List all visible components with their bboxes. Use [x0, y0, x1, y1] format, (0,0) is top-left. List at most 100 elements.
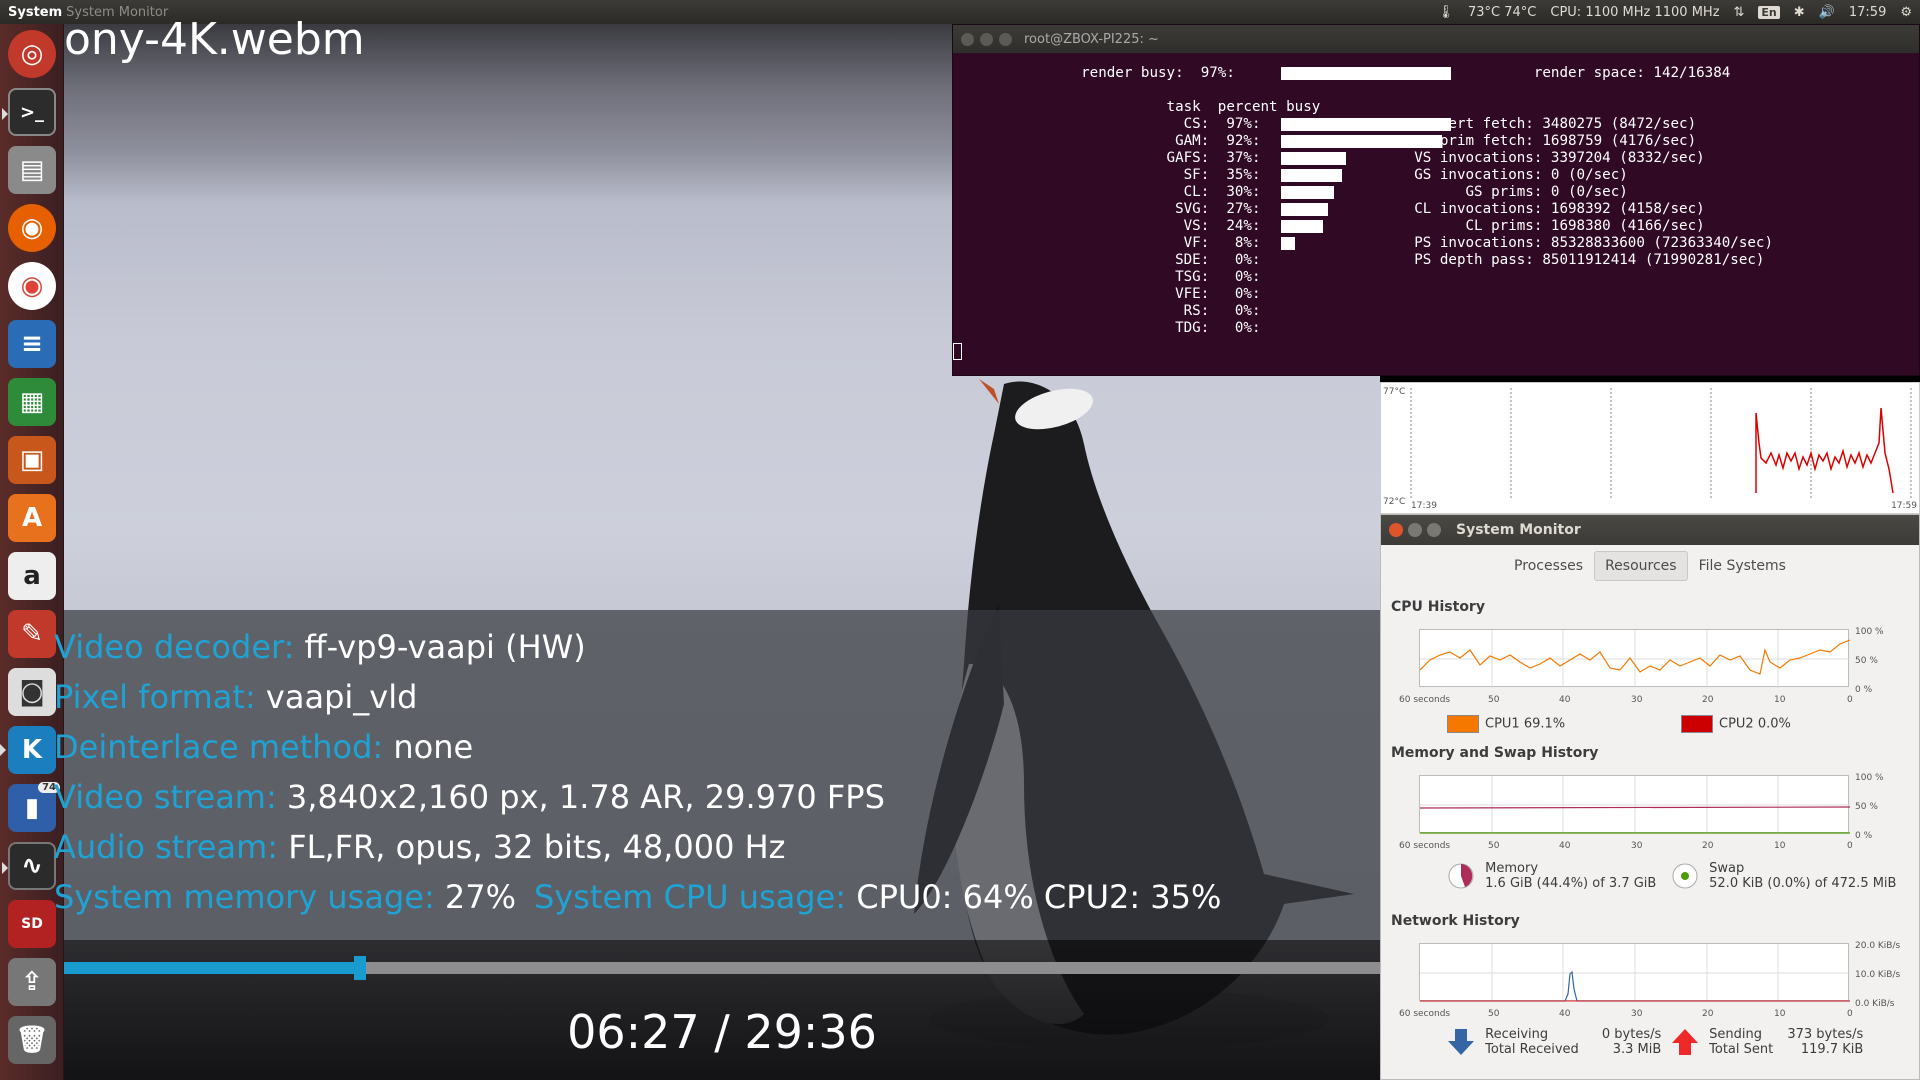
terminal-titlebar[interactable]: root@ZBOX-PI225: ~	[953, 25, 1919, 53]
tab-resources[interactable]: Resources	[1594, 551, 1688, 581]
mem-x-tick: 40	[1559, 841, 1571, 851]
temp-graph-plot	[1410, 388, 1912, 498]
usb-drive-icon[interactable]: ⇪	[8, 958, 56, 1006]
memory-history-heading: Memory and Swap History	[1391, 745, 1599, 761]
net-x-tick: 0	[1847, 1009, 1853, 1019]
swap-value: 52.0 KiB (0.0%) of 472.5 MiB	[1709, 876, 1897, 891]
settings-icon[interactable]: ✎	[8, 610, 56, 658]
swap-legend[interactable]: Swap 52.0 KiB (0.0%) of 472.5 MiB	[1671, 861, 1896, 891]
cpu-frequency-indicator[interactable]: CPU: 1100 MHz 1100 MHz	[1550, 5, 1719, 20]
calc-icon[interactable]: ▦	[8, 378, 56, 426]
busy-bar	[1281, 135, 1442, 148]
terminal-output[interactable]: render busy: 97%: render space: 142/1638…	[953, 65, 1773, 337]
temperature-graph: 77°C 72°C 17:39 17:59	[1380, 382, 1920, 514]
memory-history-plot	[1419, 776, 1851, 834]
busy-bar	[1281, 152, 1346, 165]
temperature-indicator[interactable]: 73°C 74°C	[1468, 5, 1536, 20]
deinterlace-row: Deinterlace method: none	[54, 728, 473, 766]
trash-icon[interactable]: 🗑	[8, 1016, 56, 1064]
volume-icon[interactable]: 🔊	[1819, 5, 1835, 20]
camera-icon[interactable]: ◙	[8, 668, 56, 716]
memory-legend[interactable]: Memory 1.6 GiB (44.4%) of 3.7 GiB	[1447, 861, 1656, 891]
keyboard-layout-indicator[interactable]: En	[1758, 5, 1780, 19]
busy-bar	[1281, 186, 1334, 199]
impress-icon[interactable]: ▣	[8, 436, 56, 484]
ubuntu-dash-icon[interactable]: ◎	[8, 30, 56, 78]
mem-y-tick: 100 %	[1855, 773, 1884, 783]
gear-icon[interactable]: ⚙	[1900, 5, 1912, 20]
mem-x-tick: 60 seconds	[1399, 841, 1451, 851]
cpu-x-tick: 0	[1847, 695, 1853, 705]
close-icon[interactable]	[1389, 523, 1403, 537]
app-name[interactable]: System	[8, 5, 62, 20]
cpu-y-tick: 50 %	[1855, 656, 1878, 666]
down-arrow-icon[interactable]	[1447, 1027, 1475, 1057]
audio-stream-label: Audio stream:	[54, 828, 279, 866]
amazon-icon[interactable]: a	[8, 552, 56, 600]
cpu-x-tick: 60 seconds	[1399, 695, 1451, 705]
close-icon[interactable]	[961, 32, 974, 46]
render-busy-bar	[1281, 67, 1451, 80]
terminal-cursor	[953, 343, 962, 360]
cpu2-color-swatch[interactable]	[1681, 715, 1713, 733]
net-y-tick: 0.0 KiB/s	[1855, 999, 1895, 1009]
receiving-legend[interactable]: Receiving Total Received 0 bytes/s 3.3 MiB	[1447, 1027, 1661, 1057]
pixel-format-value: vaapi_vld	[265, 678, 418, 716]
bluetooth-icon[interactable]: ✱	[1794, 5, 1805, 20]
sysmon-titlebar[interactable]: System Monitor	[1381, 515, 1919, 545]
thermometer-icon[interactable]: 🌡	[1437, 5, 1454, 20]
mem-y-tick: 50 %	[1855, 802, 1878, 812]
total-received: 3.3 MiB	[1612, 1042, 1662, 1057]
tab-processes[interactable]: Processes	[1503, 551, 1594, 581]
cpu-usage-value: CPU0: 64% CPU2: 35%	[856, 878, 1222, 916]
seek-bar[interactable]	[64, 956, 1380, 980]
tab-file-systems[interactable]: File Systems	[1688, 551, 1797, 581]
swap-pie-icon[interactable]	[1671, 862, 1699, 890]
net-x-tick: 20	[1702, 1009, 1714, 1019]
files-icon[interactable]: ▤	[8, 146, 56, 194]
system-monitor-icon[interactable]: ∿	[2, 842, 56, 890]
minimize-icon[interactable]	[1408, 523, 1422, 537]
decoder-value: ff-vp9-vaapi (HW)	[304, 628, 586, 666]
net-x-tick: 40	[1559, 1009, 1571, 1019]
memory-pie-icon[interactable]	[1447, 862, 1475, 890]
net-x-tick: 10	[1774, 1009, 1786, 1019]
network-arrows-icon[interactable]: ⇅	[1734, 5, 1745, 20]
memory-usage-row: System memory usage: 27%	[54, 878, 516, 916]
terminal-window[interactable]: root@ZBOX-PI225: ~ render busy: 97%: ren…	[952, 24, 1920, 376]
cpu-usage-row: System CPU usage: CPU0: 64% CPU2: 35%	[534, 878, 1221, 916]
maximize-icon[interactable]	[1427, 523, 1441, 537]
memory-usage-value: 27%	[444, 878, 517, 916]
video-stream-label: Video stream:	[54, 778, 277, 816]
cpu-x-tick: 30	[1631, 695, 1643, 705]
network-history-heading: Network History	[1391, 913, 1520, 929]
cpu-x-tick: 50	[1488, 695, 1500, 705]
clock[interactable]: 17:59	[1849, 5, 1886, 20]
software-center-icon[interactable]: A	[8, 494, 56, 542]
terminal-title: root@ZBOX-PI225: ~	[1024, 31, 1159, 47]
memory-history-graph	[1419, 775, 1851, 834]
cpu1-color-swatch[interactable]	[1447, 715, 1479, 733]
minimize-icon[interactable]	[980, 32, 993, 46]
up-arrow-icon[interactable]	[1671, 1027, 1699, 1057]
seek-bar-handle[interactable]	[354, 956, 367, 980]
chrome-icon[interactable]: ◉	[8, 262, 56, 310]
cpu-history-graph	[1419, 629, 1851, 688]
kodi-icon[interactable]: K	[0, 726, 56, 774]
video-stream-value: 3,840x2,160 px, 1.78 AR, 29.970 FPS	[286, 778, 885, 816]
thermometer-app-icon[interactable]: 74 ▮	[8, 782, 60, 832]
maximize-icon[interactable]	[999, 32, 1012, 46]
system-monitor-window[interactable]: System Monitor Processes Resources File …	[1380, 514, 1920, 1080]
network-history-graph	[1419, 943, 1850, 1002]
cpu2-legend[interactable]: CPU2 0.0%	[1681, 715, 1791, 733]
busy-bar	[1281, 237, 1295, 250]
sending-legend[interactable]: Sending Total Sent 373 bytes/s 119.7 KiB	[1671, 1027, 1863, 1057]
writer-icon[interactable]: ≡	[8, 320, 56, 368]
cpu1-legend[interactable]: CPU1 69.1%	[1447, 715, 1565, 733]
net-y-tick: 20.0 KiB/s	[1855, 941, 1901, 951]
firefox-icon[interactable]: ◉	[8, 204, 56, 252]
terminal-icon[interactable]: >_	[2, 88, 56, 136]
decoder-label: Video decoder:	[54, 628, 295, 666]
sd-card-icon[interactable]: SD	[8, 900, 56, 948]
deinterlace-label: Deinterlace method:	[54, 728, 384, 766]
